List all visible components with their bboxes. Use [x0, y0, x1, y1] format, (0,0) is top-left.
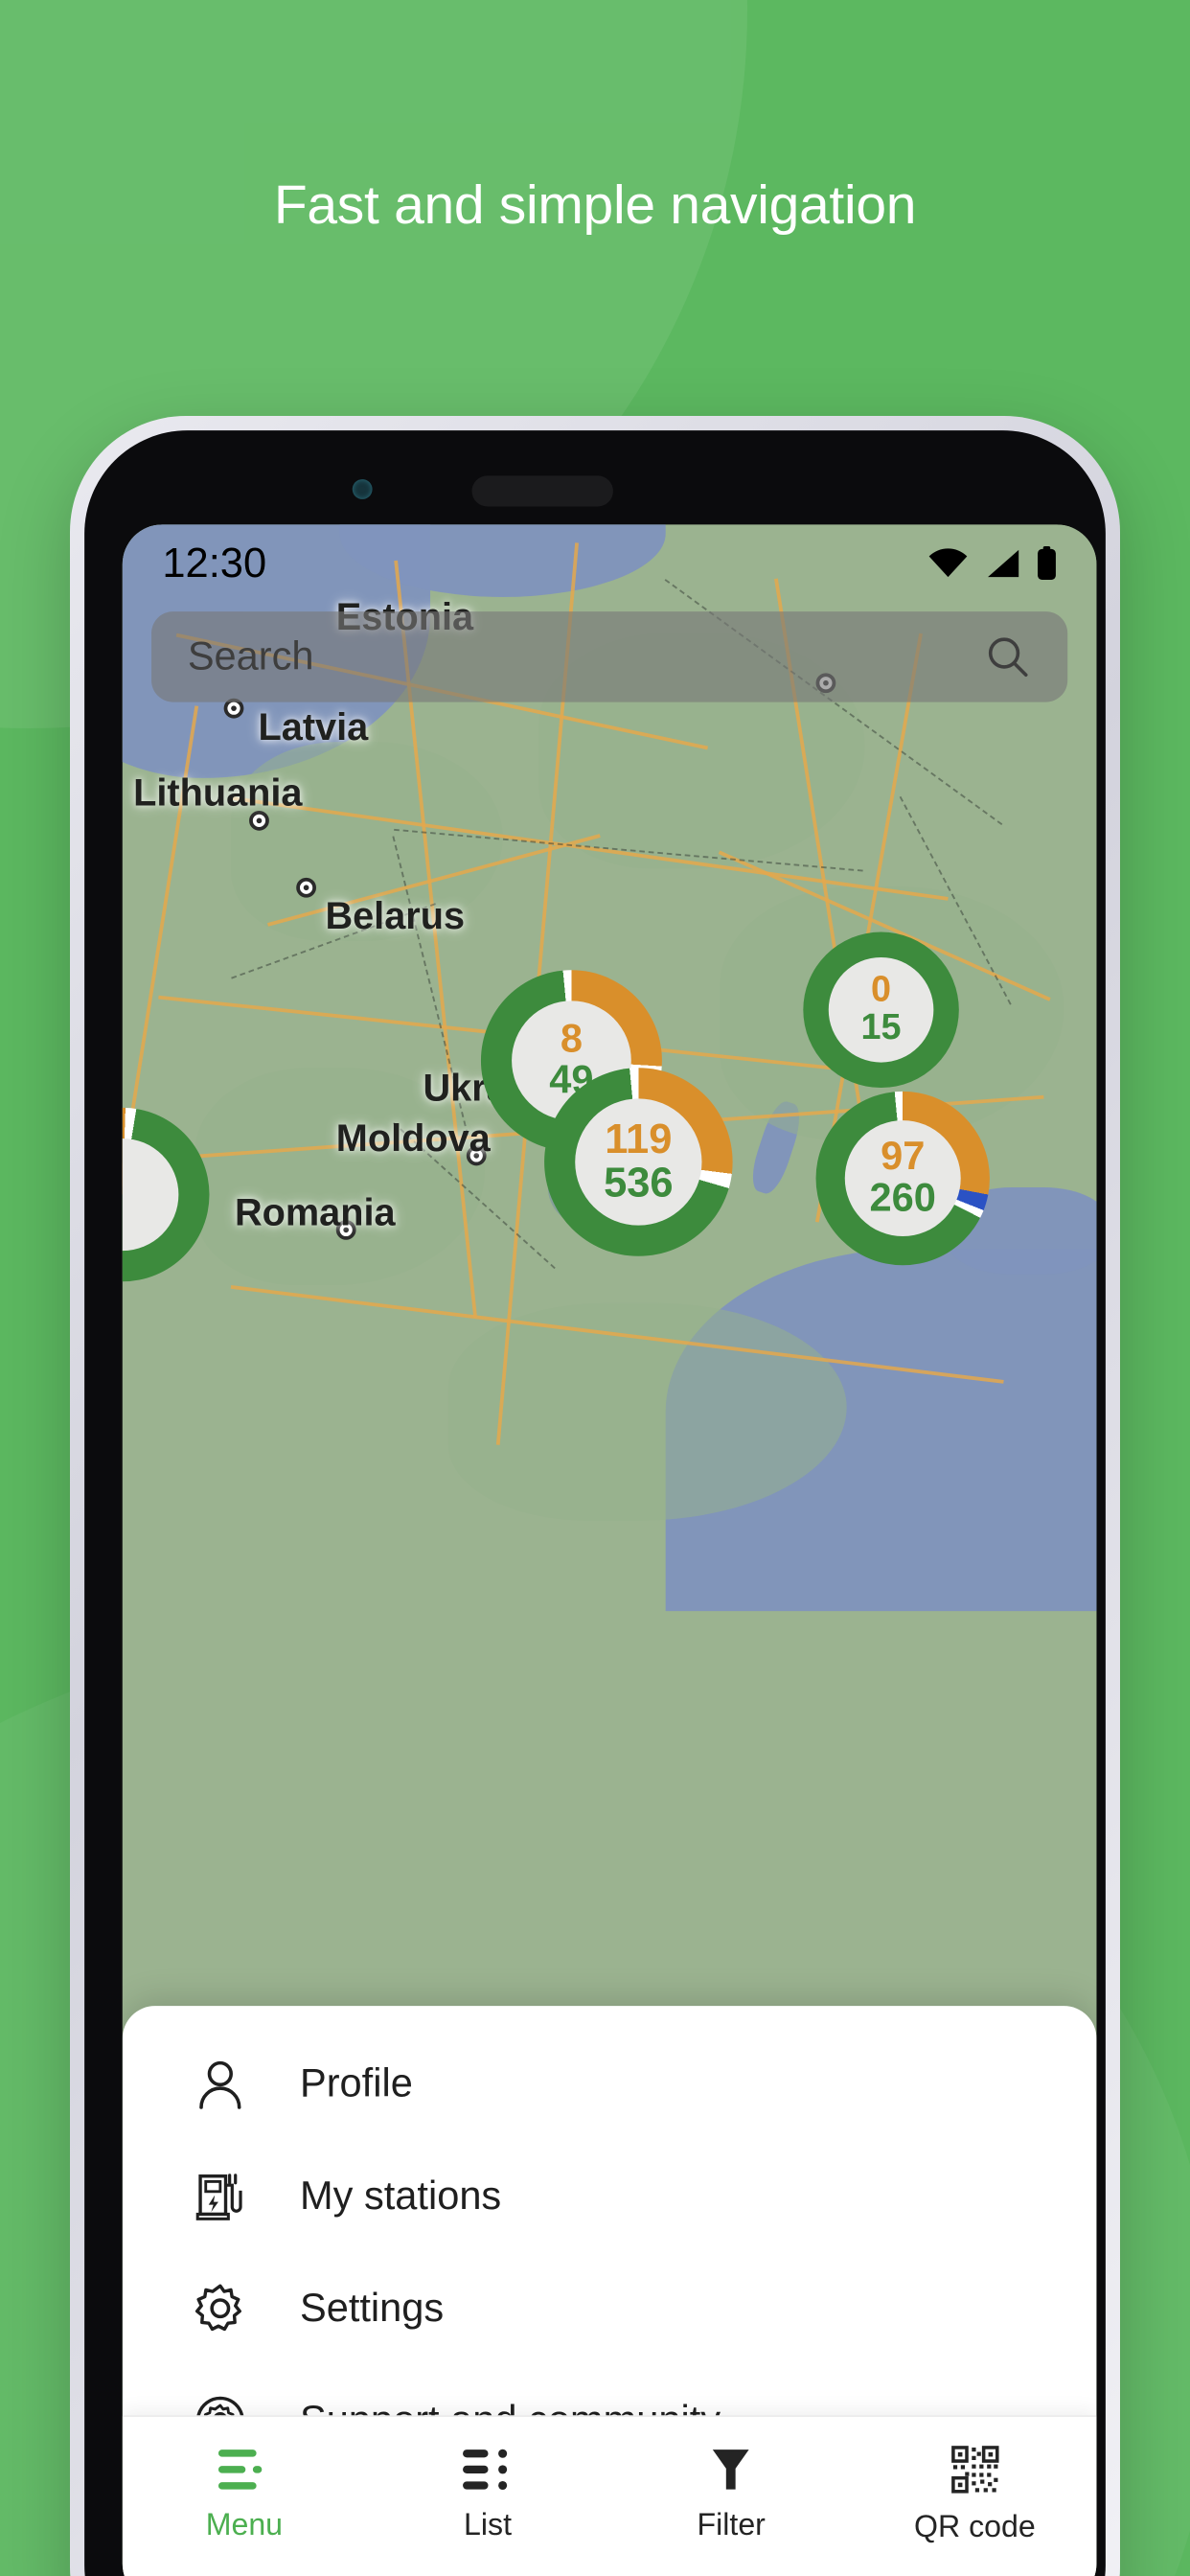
menu-item-label: Profile — [299, 2059, 413, 2106]
qr-code-icon — [950, 2445, 999, 2493]
map-cluster-east[interactable]: 97 260 — [815, 1091, 990, 1266]
front-camera-icon — [352, 479, 373, 499]
cluster-available-count: 119 — [605, 1115, 673, 1162]
cluster-total-count: 536 — [604, 1158, 674, 1206]
map-city-dot — [296, 877, 316, 898]
map-label-moldova: Moldova — [335, 1118, 491, 1161]
earpiece-speaker — [471, 475, 613, 507]
menu-list-icon — [218, 2449, 263, 2489]
cluster-available-count: 0 — [871, 970, 892, 1011]
search-input[interactable]: Search — [188, 633, 984, 680]
map-label-lithuania: Lithuania — [133, 772, 303, 815]
cluster-total-count: 260 — [869, 1174, 936, 1221]
cellular-signal-icon — [988, 548, 1019, 577]
map-label-latvia: Latvia — [258, 707, 369, 749]
list-icon — [462, 2448, 507, 2490]
cluster-total-count: 15 — [860, 1007, 902, 1048]
menu-item-my-stations[interactable]: My stations — [123, 2140, 1097, 2252]
cluster-available-count: 8 — [560, 1015, 584, 1061]
cluster-inner: 97 260 — [844, 1120, 961, 1237]
bottom-navigation-bar: Menu List Filter QR code — [122, 2415, 1097, 2576]
phone-frame: Estonia Latvia Lithuania Belarus Ukraine… — [70, 416, 1120, 2576]
cluster-inner: 0 15 — [828, 957, 934, 1063]
search-icon[interactable] — [984, 633, 1031, 680]
search-bar[interactable]: Search — [151, 611, 1068, 702]
nav-item-label: List — [464, 2506, 513, 2542]
nav-item-label: Filter — [697, 2506, 766, 2542]
promo-title: Fast and simple navigation — [273, 174, 917, 236]
menu-item-label: Settings — [299, 2285, 445, 2331]
menu-item-profile[interactable]: Profile — [123, 2028, 1097, 2140]
menu-item-label: My stations — [299, 2172, 502, 2219]
person-icon — [188, 2057, 253, 2111]
nav-item-label: QR code — [913, 2508, 1036, 2543]
nav-item-qr-code[interactable]: QR code — [853, 2417, 1096, 2576]
phone-mockup: Estonia Latvia Lithuania Belarus Ukraine… — [70, 416, 1190, 2576]
phone-bezel: Estonia Latvia Lithuania Belarus Ukraine… — [84, 430, 1106, 2576]
map-label-belarus: Belarus — [325, 895, 466, 938]
map-cluster-northeast[interactable]: 0 15 — [803, 932, 959, 1089]
menu-list: Profile My stations Settings — [123, 2006, 1097, 2476]
phone-screen: Estonia Latvia Lithuania Belarus Ukraine… — [122, 524, 1097, 2576]
cluster-inner: 119 536 — [575, 1098, 702, 1226]
filter-funnel-icon — [713, 2449, 750, 2489]
map-cluster-kyiv[interactable]: 119 536 — [544, 1068, 733, 1256]
status-bar-clock: 12:30 — [162, 538, 267, 586]
gear-icon — [188, 2281, 253, 2335]
nav-item-menu[interactable]: Menu — [123, 2417, 366, 2576]
map-cluster-west-edge[interactable] — [122, 1107, 210, 1282]
cluster-available-count: 97 — [881, 1133, 926, 1179]
menu-item-settings[interactable]: Settings — [123, 2252, 1097, 2364]
status-bar: 12:30 — [123, 524, 1097, 600]
nav-item-label: Menu — [205, 2506, 284, 2542]
nav-item-list[interactable]: List — [366, 2417, 609, 2576]
battery-icon — [1038, 545, 1056, 580]
charging-station-icon — [188, 2169, 253, 2223]
wifi-icon — [928, 547, 968, 577]
nav-item-filter[interactable]: Filter — [609, 2417, 853, 2576]
map-label-romania: Romania — [234, 1192, 396, 1235]
